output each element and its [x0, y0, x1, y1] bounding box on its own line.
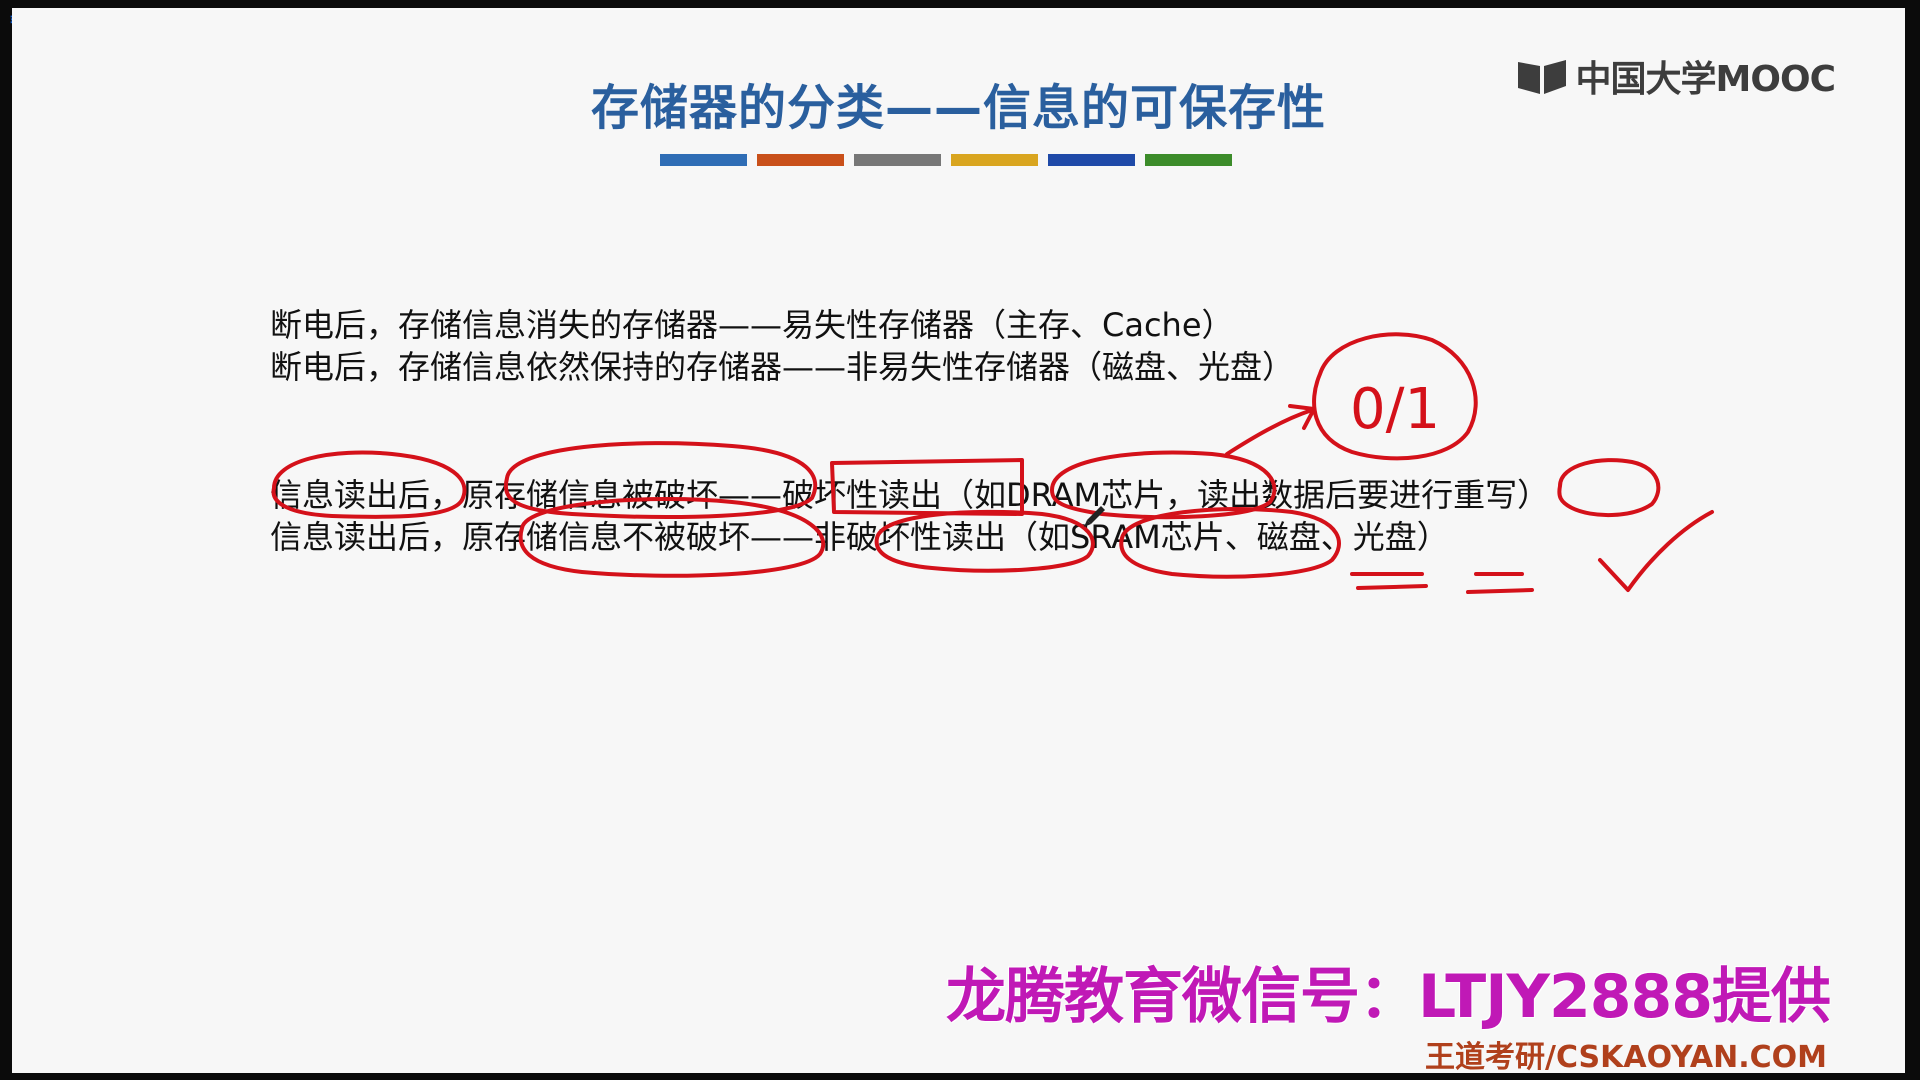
text-line-1-content: 断电后，存储信息消失的存储器——易失性存储器（主存、Cache）: [270, 306, 1234, 344]
annotation-circle-4: [1557, 458, 1661, 517]
stripe-1: [660, 154, 747, 166]
lecture-slide: 存储器的分类——信息的可保存性 中国大学MOOC 断电后，存储信息消失的存储器—…: [12, 8, 1905, 1075]
watermark-footer: 王道考研/CSKAOYAN.COM: [1425, 1040, 1827, 1075]
watermark-main: 龙腾教育微信号：LTJY2888提供: [946, 962, 1831, 1032]
annotation-binary-note: 0/1: [1350, 377, 1440, 442]
video-player[interactable]: 暂停 存储器的分类——信息的可保存性 中国大学MOOC 断电后，存储信息消失的存…: [0, 0, 1920, 1080]
text-line-2: 断电后，存储信息依然保持的存储器——非易失性存储器（磁盘、光盘）: [270, 342, 1294, 388]
stripe-5: [1048, 154, 1135, 166]
text-line-1: 断电后，存储信息消失的存储器——易失性存储器（主存、Cache）: [270, 300, 1234, 346]
stripe-3: [854, 154, 941, 166]
open-book-icon: [1517, 60, 1566, 94]
annotation-checkmark: [1598, 510, 1714, 592]
text-line-2-content: 断电后，存储信息依然保持的存储器——非易失性存储器（磁盘、光盘）: [270, 348, 1295, 386]
title-color-stripes: [660, 154, 1232, 166]
stripe-2: [757, 154, 844, 166]
text-line-3-part2: 破坏性读出: [782, 476, 943, 514]
mooc-logo: 中国大学MOOC: [1516, 50, 1836, 102]
mooc-logo-text: 中国大学MOOC: [1575, 59, 1836, 100]
text-line-3-part1: 信息读出后，原存储信息被破坏——: [270, 476, 783, 514]
annotation-circle-5: [1312, 332, 1478, 461]
text-line-4: 信息读出后，原存储信息不被破坏——非破坏性读出（如SRAM芯片、磁盘、光盘）: [270, 512, 1449, 558]
stripe-6: [1145, 154, 1232, 166]
annotation-arrow: [1225, 408, 1314, 456]
stripe-4: [951, 154, 1038, 166]
text-line-3-part3: （如DRAM芯片，读出数据后要进行重写）: [942, 476, 1550, 514]
text-line-4-content: 信息读出后，原存储信息不被破坏——非破坏性读出（如SRAM芯片、磁盘、光盘）: [270, 518, 1449, 556]
text-line-3: 信息读出后，原存储信息被破坏——破坏性读出（如DRAM芯片，读出数据后要进行重写…: [270, 470, 1549, 516]
